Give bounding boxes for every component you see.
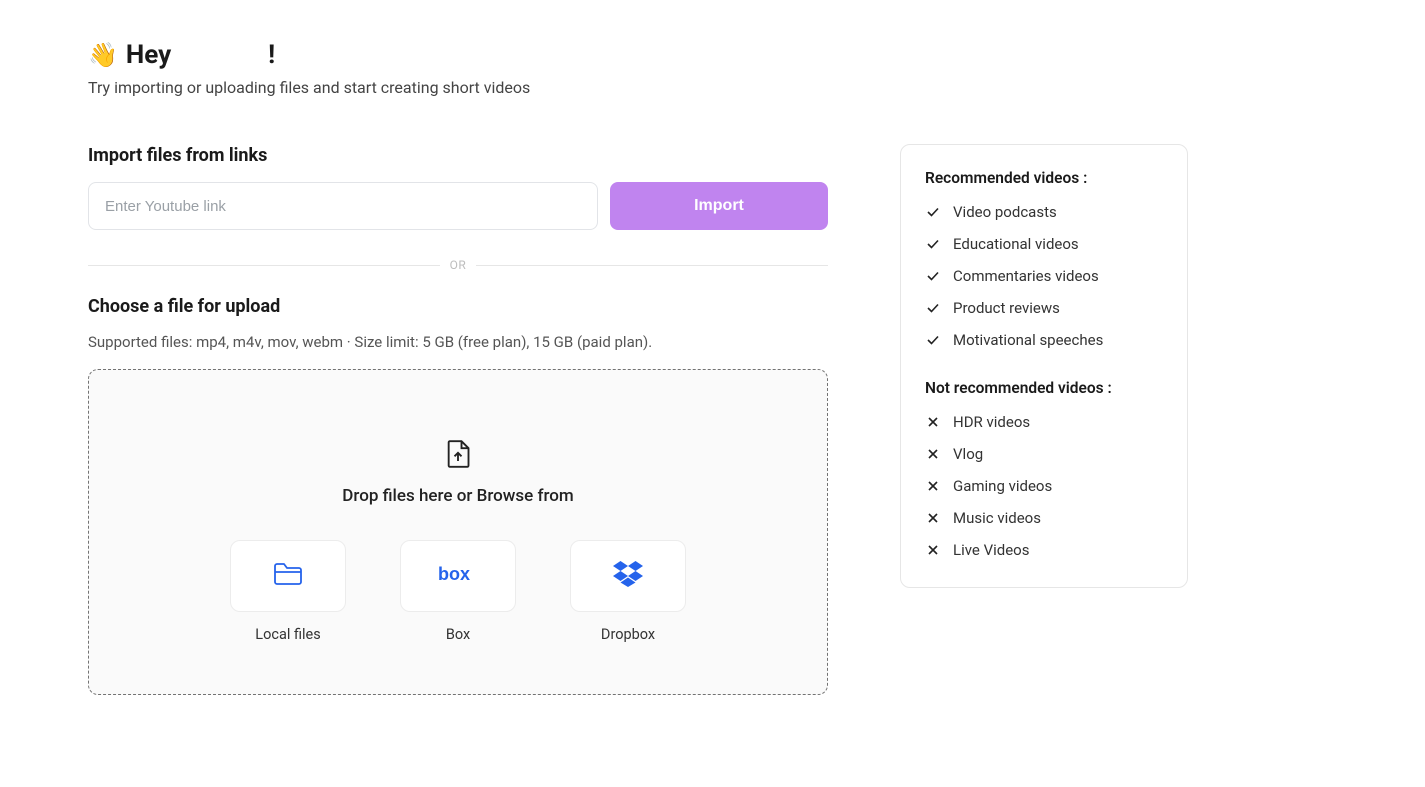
close-icon bbox=[925, 480, 941, 492]
list-item: Music videos bbox=[925, 509, 1163, 527]
import-section-title: Import files from links bbox=[88, 145, 828, 166]
list-item: Product reviews bbox=[925, 299, 1163, 317]
youtube-link-input[interactable] bbox=[88, 182, 598, 230]
check-icon bbox=[925, 237, 941, 251]
greeting-text: Hey ! bbox=[126, 40, 275, 70]
check-icon bbox=[925, 205, 941, 219]
close-icon bbox=[925, 448, 941, 460]
upload-local-files[interactable]: Local files bbox=[230, 540, 346, 643]
dropzone-text: Drop files here or Browse from bbox=[342, 486, 573, 506]
close-icon bbox=[925, 544, 941, 556]
list-item: Live Videos bbox=[925, 541, 1163, 559]
close-icon bbox=[925, 416, 941, 428]
upload-section-title: Choose a file for upload bbox=[88, 296, 828, 317]
wave-icon: 👋 bbox=[88, 41, 118, 69]
source-label-box: Box bbox=[446, 626, 470, 643]
list-item: Vlog bbox=[925, 445, 1163, 463]
check-icon bbox=[925, 269, 941, 283]
list-item: Commentaries videos bbox=[925, 267, 1163, 285]
box-logo-icon: box bbox=[438, 563, 478, 589]
folder-icon bbox=[273, 562, 303, 590]
close-icon bbox=[925, 512, 941, 524]
list-item: Video podcasts bbox=[925, 203, 1163, 221]
list-item: HDR videos bbox=[925, 413, 1163, 431]
dropzone[interactable]: Drop files here or Browse from Local fil… bbox=[88, 369, 828, 695]
or-text: OR bbox=[450, 258, 467, 272]
import-button[interactable]: Import bbox=[610, 182, 828, 230]
upload-hint: Supported files: mp4, m4v, mov, webm · S… bbox=[88, 333, 828, 351]
not-recommended-title: Not recommended videos : bbox=[925, 379, 1163, 397]
list-item: Motivational speeches bbox=[925, 331, 1163, 349]
source-label-local: Local files bbox=[255, 626, 320, 643]
upload-box[interactable]: box Box bbox=[400, 540, 516, 643]
subtitle: Try importing or uploading files and sta… bbox=[88, 78, 828, 97]
recommended-title: Recommended videos : bbox=[925, 169, 1163, 187]
or-divider: OR bbox=[88, 258, 828, 272]
list-item: Gaming videos bbox=[925, 477, 1163, 495]
recommendations-panel: Recommended videos : Video podcasts Educ… bbox=[900, 144, 1188, 588]
dropbox-logo-icon bbox=[613, 561, 643, 591]
greeting-row: 👋 Hey ! bbox=[88, 40, 828, 70]
check-icon bbox=[925, 333, 941, 347]
file-upload-icon bbox=[446, 440, 470, 472]
list-item: Educational videos bbox=[925, 235, 1163, 253]
svg-text:box: box bbox=[438, 564, 470, 584]
check-icon bbox=[925, 301, 941, 315]
source-label-dropbox: Dropbox bbox=[601, 626, 655, 643]
upload-dropbox[interactable]: Dropbox bbox=[570, 540, 686, 643]
